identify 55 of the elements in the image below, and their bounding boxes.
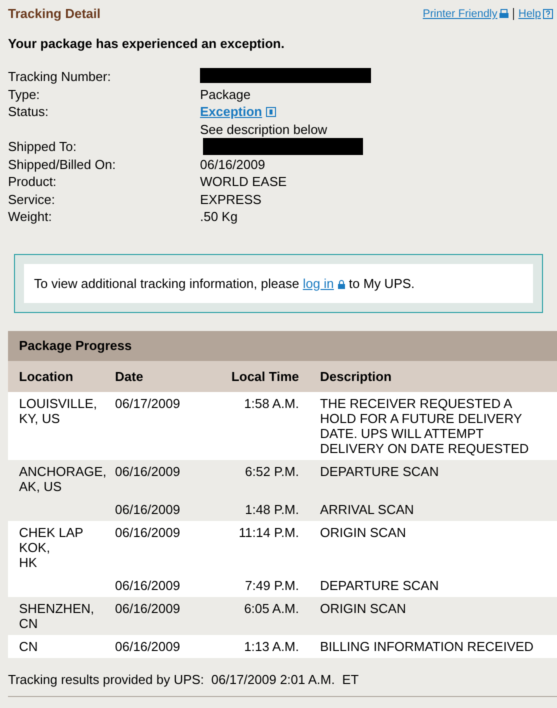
status-link[interactable]: Exception (200, 103, 262, 120)
login-notice: To view additional tracking information, please log in to My UPS. (24, 264, 533, 303)
time-cell: 1:58 A.M. (244, 396, 299, 411)
exception-message: Your package has experienced an exception. (7, 34, 286, 53)
detail-value: WORLD EASE (200, 173, 287, 190)
detail-label: Shipped/Billed On: (8, 156, 117, 173)
description-cell: ORIGIN SCAN (320, 525, 406, 540)
detail-label: Tracking Number: (8, 68, 112, 86)
column-header: Local Time (230, 368, 299, 386)
column-header: Description (319, 368, 393, 386)
date-cell: 06/16/2009 (115, 578, 180, 593)
date-cell: 06/16/2009 (115, 639, 180, 654)
description-cell: THE RECEIVER REQUESTED A HOLD FOR A FUTURE DELIVERY DATE. UPS WILL ATTEMPT DELIVERY ON DATE REQUESTED (320, 396, 529, 456)
detail-label: Weight: (8, 208, 53, 226)
printer-icon (499, 9, 510, 20)
detail-label: Shipped To: (8, 138, 78, 156)
login-link[interactable]: log in (302, 276, 334, 290)
header-link[interactable]: Help (518, 6, 553, 22)
time-cell: 6:05 A.M. (244, 601, 299, 616)
detail-value: Package (200, 86, 251, 103)
description-cell: BILLING INFORMATION RECEIVED (320, 639, 534, 654)
detail-label: Status: (8, 103, 50, 121)
column-header: Location (18, 368, 74, 386)
location-cell: LOUISVILLE, KY, US (19, 396, 98, 426)
location-cell: CN (19, 639, 38, 654)
detail-value: EXPRESS (200, 190, 262, 208)
detail-label: Type: (8, 86, 41, 103)
location-cell: CHEK LAP KOK, HK (19, 525, 84, 570)
detail-value: 06/16/2009 (200, 156, 266, 173)
location-cell: ANCHORAGE, AK, US (19, 464, 106, 494)
location-cell: SHENZHEN, CN (19, 601, 94, 631)
progress-header: Package Progress (8, 331, 557, 360)
detail-value: .50 Kg (200, 208, 238, 226)
time-cell: 11:14 P.M. (238, 525, 299, 540)
date-cell: 06/17/2009 (115, 396, 180, 411)
date-cell: 06/16/2009 (115, 502, 180, 517)
page-title: Tracking Detail (8, 5, 100, 23)
date-cell: 06/16/2009 (115, 601, 180, 616)
time-cell: 7:49 P.M. (245, 578, 299, 593)
footer-note: Tracking results provided by UPS: 06/17/2009 2:01 A.M. ET (7, 671, 360, 689)
status-note: See description below (200, 120, 328, 138)
time-cell: 6:52 P.M. (245, 464, 299, 479)
lock-icon (338, 280, 345, 289)
time-cell: 1:13 A.M. (244, 639, 299, 654)
column-header: Date (115, 368, 144, 386)
date-cell: 06/16/2009 (115, 464, 180, 479)
description-cell: DEPARTURE SCAN (320, 578, 439, 593)
header-link[interactable]: Printer Friendly (422, 6, 510, 22)
description-cell: ARRIVAL SCAN (320, 502, 414, 517)
detail-label: Product: (8, 173, 58, 190)
description-cell: DEPARTURE SCAN (320, 464, 439, 479)
description-cell: ORIGIN SCAN (320, 601, 406, 616)
time-cell: 1:48 P.M. (245, 502, 299, 517)
detail-label: Service: (8, 190, 56, 208)
date-cell: 06/16/2009 (115, 525, 180, 540)
